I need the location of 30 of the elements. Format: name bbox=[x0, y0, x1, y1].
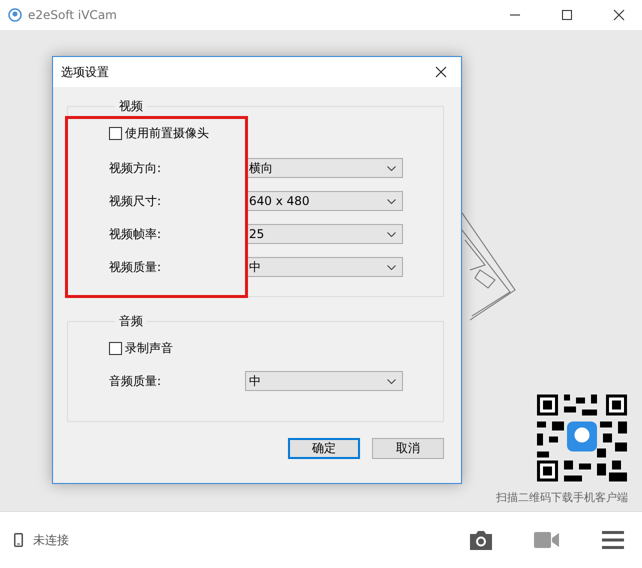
field-label: 视频帧率: bbox=[109, 226, 162, 242]
dropdown[interactable]: 640 x 480 bbox=[245, 191, 403, 211]
chevron-down-icon bbox=[387, 232, 396, 236]
dialog-button[interactable]: 确定 bbox=[288, 438, 360, 459]
dropdown[interactable]: 中 bbox=[245, 371, 403, 391]
field-label: 视频方向: bbox=[109, 160, 162, 176]
chevron-down-icon bbox=[387, 166, 396, 170]
close-icon bbox=[613, 9, 625, 21]
window-title: e2eSoft iVCam bbox=[28, 8, 118, 22]
camera-logo-icon bbox=[8, 8, 22, 22]
field-label: 视频质量: bbox=[109, 258, 162, 276]
field-label: 音频质量: bbox=[109, 372, 162, 390]
checkbox[interactable]: 录制声音 bbox=[109, 338, 443, 358]
dialog-title: 选项设置 bbox=[61, 64, 110, 80]
group-title: 视频 bbox=[118, 98, 144, 115]
checkbox[interactable]: 使用前置摄像头 bbox=[109, 123, 443, 143]
chevron-down-icon bbox=[387, 378, 396, 384]
qr-caption: 扫描二维码下载手机客户端 bbox=[496, 490, 628, 505]
dropdown[interactable]: 25 bbox=[245, 224, 403, 244]
field-label: 视频尺寸: bbox=[109, 192, 162, 210]
group-title: 音频 bbox=[118, 313, 144, 330]
maximize-icon bbox=[561, 9, 573, 21]
chevron-down-icon bbox=[387, 264, 396, 270]
dropdown[interactable]: 中 bbox=[245, 257, 403, 277]
chevron-down-icon bbox=[387, 198, 396, 204]
close-icon bbox=[435, 66, 447, 78]
dropdown[interactable]: 横向 bbox=[245, 158, 403, 178]
phone-icon bbox=[14, 533, 23, 547]
connection-status: 未连接 bbox=[33, 532, 70, 548]
dialog-button[interactable]: 取消 bbox=[372, 438, 444, 459]
